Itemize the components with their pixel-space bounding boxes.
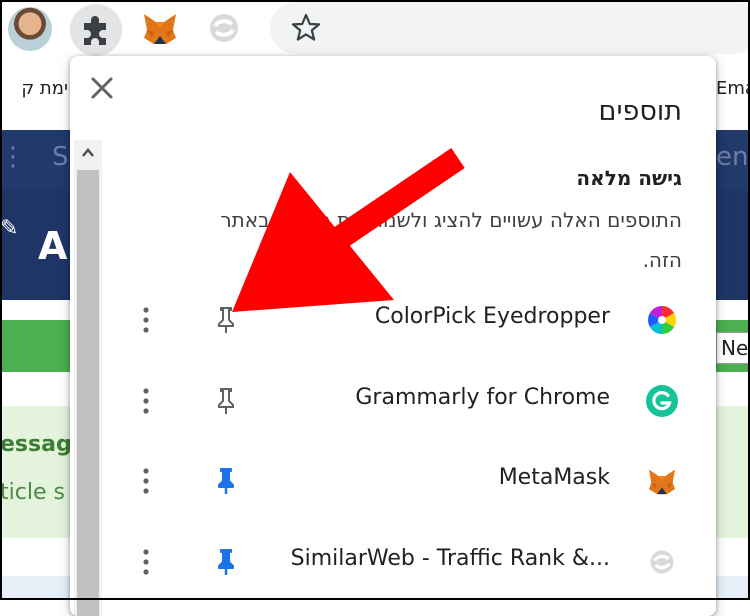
page-input-fragment[interactable]: Ne — [716, 332, 750, 364]
more-options-button[interactable] — [134, 546, 158, 578]
bookmark-star-button[interactable] — [290, 12, 322, 44]
bookmark-star-icon — [291, 13, 321, 41]
pin-button[interactable] — [210, 544, 242, 580]
nav-fragment-right[interactable]: ent — [716, 142, 750, 172]
browser-toolbar — [0, 0, 750, 62]
extension-name: Grammarly for Chrome — [355, 385, 610, 410]
chevron-up-icon — [82, 148, 94, 157]
section-heading: גישה מלאה — [576, 166, 682, 190]
extension-row[interactable]: MetaMask — [114, 441, 714, 521]
kebab-menu-icon — [143, 468, 149, 494]
more-options-button[interactable] — [134, 304, 158, 336]
pin-filled-icon — [218, 468, 234, 494]
popup-scrollbar[interactable] — [74, 140, 102, 616]
message-title-fragment: essag — [0, 432, 72, 457]
extension-icon — [644, 544, 680, 580]
more-options-button[interactable] — [134, 385, 158, 417]
bookmark-fragment-left[interactable]: ימת ק — [21, 78, 68, 99]
extension-name: MetaMask — [498, 465, 610, 490]
scroll-thumb[interactable] — [77, 170, 99, 616]
extension-icon — [644, 463, 680, 499]
bookmark-fragment-right[interactable]: Ema — [716, 78, 750, 99]
address-bar[interactable] — [270, 2, 750, 54]
more-options-button[interactable] — [134, 465, 158, 497]
pencil-icon: ✎ — [0, 216, 19, 241]
close-icon — [91, 77, 113, 99]
pin-outline-icon — [218, 388, 234, 414]
close-button[interactable] — [84, 70, 120, 106]
colorpick-wheel-icon — [648, 306, 676, 334]
extension-name: SimilarWeb - Traffic Rank &... — [290, 546, 610, 571]
puzzle-extensions-icon — [84, 16, 106, 45]
kebab-menu-icon — [143, 307, 149, 333]
pin-filled-icon — [218, 549, 234, 575]
scroll-up-button[interactable] — [74, 140, 102, 166]
similarweb-icon — [210, 14, 238, 42]
popup-title: תוספים — [598, 96, 682, 127]
profile-avatar[interactable] — [8, 7, 52, 51]
extensions-button[interactable] — [70, 4, 122, 56]
grammarly-icon — [646, 385, 678, 417]
message-sub-fragment: ticle s — [0, 480, 65, 505]
extension-row[interactable]: SimilarWeb - Traffic Rank &... — [114, 522, 714, 602]
header-fragment: A — [38, 224, 68, 268]
pin-button[interactable] — [210, 463, 242, 499]
extension-icon — [644, 302, 680, 338]
nav-icon: ⋮ — [0, 142, 26, 172]
nav-fragment-left[interactable]: S — [52, 142, 69, 172]
similarweb-icon — [650, 550, 674, 574]
metamask-toolbar-button[interactable] — [138, 6, 182, 50]
extension-icon — [644, 383, 680, 419]
kebab-menu-icon — [143, 388, 149, 414]
metamask-fox-icon — [144, 14, 176, 44]
extension-row[interactable]: Grammarly for Chrome — [114, 361, 714, 441]
metamask-fox-icon — [648, 469, 676, 495]
red-arrow-annotation — [232, 148, 465, 312]
kebab-menu-icon — [143, 549, 149, 575]
similarweb-toolbar-button[interactable] — [202, 6, 246, 50]
pin-button[interactable] — [210, 383, 242, 419]
